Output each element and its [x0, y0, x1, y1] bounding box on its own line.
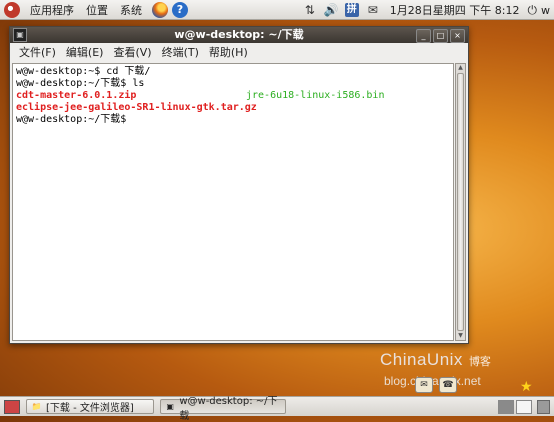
terminal-output[interactable]: w@w-desktop:~$ cd 下载/ w@w-desktop:~/下载$ …	[12, 63, 454, 341]
close-button[interactable]: ×	[450, 29, 465, 43]
window-menubar: 文件(F) 编辑(E) 查看(V) 终端(T) 帮助(H)	[10, 43, 468, 61]
terminal-icon: ▣	[166, 401, 174, 411]
menu-help[interactable]: 帮助(H)	[204, 44, 253, 60]
terminal-line: w@w-desktop:~$ cd 下载/	[16, 66, 151, 77]
menu-places[interactable]: 位置	[80, 2, 114, 18]
watermark-tag: 博客	[468, 355, 491, 368]
terminal-line: cdt-master-6.0.1.zip jre-6u18-linux-i586.…	[16, 90, 450, 102]
terminal-window: ▣ w@w-desktop: ~/下载 _ □ × 文件(F) 编辑(E) 查看…	[9, 26, 469, 344]
terminal-line: w@w-desktop:~/下载$ ls	[16, 78, 145, 89]
window-title: w@w-desktop: ~/下载	[174, 28, 304, 41]
user-name[interactable]: w	[541, 4, 554, 17]
window-titlebar[interactable]: ▣ w@w-desktop: ~/下载 _ □ ×	[10, 27, 468, 43]
menu-applications[interactable]: 应用程序	[24, 2, 80, 18]
firefox-icon[interactable]	[152, 1, 168, 18]
maximize-button[interactable]: □	[433, 29, 448, 43]
bottom-panel: 📁 [下载 - 文件浏览器] ▣ w@w-desktop: ~/下载	[0, 396, 554, 422]
file-eclipse-archive: eclipse-jee-galileo-SR1-linux-gtk.tar.gz	[16, 102, 257, 113]
widget-icon[interactable]: ✉	[415, 377, 433, 393]
power-icon[interactable]: ⏻	[528, 3, 538, 18]
folder-icon: 📁	[31, 401, 42, 411]
help-icon[interactable]: ?	[172, 1, 188, 18]
menu-terminal[interactable]: 终端(T)	[157, 44, 204, 60]
system-tray: ⇅ 🔊 拼 ✉ 1月28日星期四 下午 8:12 ⏻ w	[296, 0, 554, 20]
taskbar-item-label: w@w-desktop: ~/下载	[179, 395, 278, 422]
taskbar-item-terminal[interactable]: ▣ w@w-desktop: ~/下载	[160, 396, 286, 422]
watermark-brand: ChinaUnix	[380, 350, 463, 369]
volume-icon[interactable]: 🔊	[324, 3, 339, 17]
input-method-icon[interactable]: 拼	[344, 3, 359, 17]
taskbar-item-file-browser[interactable]: 📁 [下载 - 文件浏览器]	[26, 399, 154, 414]
desktop-widgets: ✉ ☎	[415, 377, 463, 393]
minimize-button[interactable]: _	[416, 29, 431, 43]
widget-icon[interactable]: ☎	[439, 377, 457, 393]
terminal-prompt: w@w-desktop:~/下载$	[16, 114, 133, 125]
show-desktop-icon[interactable]	[4, 399, 20, 414]
network-icon[interactable]: ⇅	[303, 3, 317, 17]
file-cdt-master: cdt-master-6.0.1.zip	[16, 90, 137, 101]
mail-icon[interactable]: ✉	[366, 3, 380, 17]
file-jre-bin: jre-6u18-linux-i586.bin	[246, 90, 385, 101]
ubuntu-logo-icon[interactable]	[4, 1, 20, 18]
scroll-thumb[interactable]	[457, 73, 464, 331]
trash-icon[interactable]	[537, 400, 550, 414]
menu-file[interactable]: 文件(F)	[14, 44, 61, 60]
workspace-1[interactable]	[498, 400, 514, 414]
taskbar-item-label: [下载 - 文件浏览器]	[46, 403, 134, 414]
menu-view[interactable]: 查看(V)	[108, 44, 156, 60]
menu-edit[interactable]: 编辑(E)	[61, 44, 109, 60]
terminal-scrollbar[interactable]: ▲ ▼	[455, 63, 466, 341]
top-panel: 应用程序 位置 系统 ? ⇅ 🔊 拼 ✉ 1月28日星期四 下午 8:12 ⏻ …	[0, 0, 554, 20]
workspace-switcher[interactable]	[496, 400, 532, 414]
menu-system[interactable]: 系统	[114, 2, 148, 18]
star-icon[interactable]: ★	[520, 379, 533, 395]
scroll-up-icon[interactable]: ▲	[456, 64, 465, 72]
workspace-2[interactable]	[516, 400, 532, 414]
scroll-down-icon[interactable]: ▼	[456, 332, 465, 340]
clock[interactable]: 1月28日星期四 下午 8:12	[390, 2, 520, 18]
